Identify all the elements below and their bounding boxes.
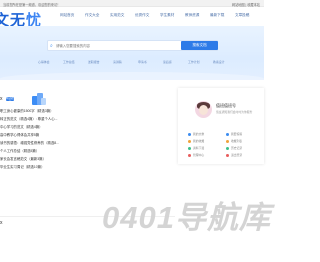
hot-tag[interactable]: 教案设计 [213,60,225,64]
bullet-icon [188,139,191,143]
bullet-icon [226,139,229,143]
bullet-icon [226,132,229,136]
nav-item-submit[interactable]: 文章投稿 [235,13,249,18]
list-item[interactable]: 个人工作总结（精选5篇） [0,148,39,153]
user-action-favorites[interactable]: 我的收藏 [188,139,228,143]
hot-tags: 心得体会 工作总结 述职报告 演讲稿 申请书 读后感 工作计划 教案设计 [38,60,238,66]
section-badge: 精选推荐 [6,97,14,104]
nav-item-essays[interactable]: 作文大全 [85,13,99,18]
nav-item-teachers[interactable]: 教师资源 [185,13,199,18]
user-card: 值班值班号 值班通知我们会时时为你服务 我的文章 我的收藏 资料下载 管理中心 … [178,88,264,164]
banner-wave [0,72,264,80]
user-action-admin[interactable]: 管理中心 [188,153,228,157]
nav-item-home[interactable]: 网站首页 [60,13,74,18]
main-nav: 网站首页 作文大全 实用范文 优秀作文 学生素材 教师资源 最新下载 文章投稿 [60,13,260,21]
user-action-my-articles[interactable]: 我的文章 [188,132,228,136]
action-label: 收藏列表 [231,139,243,143]
list-item[interactable]: 职工身心健康的1500字（精选3篇） [0,108,54,113]
bottom-section-title: x [0,220,3,226]
hot-tag[interactable]: 工作计划 [188,60,200,64]
user-action-logout[interactable]: 退出登录 [226,153,262,157]
search-button[interactable]: 搜索文档 [181,41,218,50]
list-item[interactable]: 转正的范文（精选4篇）: 尊重个人心... [0,116,57,121]
documents-illustration-icon [32,93,46,105]
nav-item-materials[interactable]: 学生素材 [160,13,174,18]
user-action-submit[interactable]: 我要投稿 [226,132,262,136]
action-label: 资料下载 [193,146,205,150]
list-item[interactable]: 中心学习的范文（精选4篇） [0,124,43,129]
hot-tag[interactable]: 演讲稿 [113,60,122,64]
avatar[interactable] [195,101,212,118]
top-notice-bar: 当前您所在是第一频道，欢迎您的来访！ 网站地图 | 收藏本站 [0,0,264,7]
action-label: 我要投稿 [231,132,243,136]
hot-tag[interactable]: 读后感 [163,60,172,64]
site-header: 文无忧 网站首页 作文大全 实用范文 优秀作文 学生素材 教师资源 最新下载 文… [0,7,264,29]
user-action-fav-list[interactable]: 收藏列表 [226,139,262,143]
action-label: 历史记录 [231,146,243,150]
user-subtitle: 值班通知我们会时时为你服务 [216,110,253,114]
welcome-notice: 当前您所在是第一频道，欢迎您的来访！ [3,2,61,7]
action-label: 我的文章 [193,132,205,136]
watermark-logo: 0401导航库 [102,200,271,235]
user-action-downloads[interactable]: 资料下载 [188,146,228,150]
list-item[interactable]: 家长会发言稿范文（最新3篇） [0,156,46,161]
section-title: x [0,96,3,102]
hot-tag[interactable]: 心得体会 [38,60,50,64]
user-name: 值班值班号 [216,103,236,108]
bullet-icon [226,146,229,150]
bullet-icon [188,146,191,150]
list-item[interactable]: 高中教学心得体会共享5篇 [0,132,39,137]
hot-tag[interactable]: 申请书 [138,60,147,64]
search-input[interactable] [56,42,176,50]
hot-tag[interactable]: 述职报告 [88,60,100,64]
nav-item-excellent[interactable]: 优秀作文 [135,13,149,18]
user-action-history[interactable]: 历史记录 [226,146,262,150]
action-label: 管理中心 [193,153,205,157]
list-item[interactable]: 毕业生实习周记（精选10篇） [0,164,44,169]
list-item[interactable]: 读书的感悟：增强党性修养的（精选8... [0,140,59,145]
search-banner [0,26,264,80]
nav-item-samples[interactable]: 实用范文 [110,13,124,18]
action-label: 退出登录 [231,153,243,157]
top-links[interactable]: 网站地图 | 收藏本站 [232,2,260,7]
bullet-icon [226,153,229,157]
nav-item-downloads[interactable]: 最新下载 [210,13,224,18]
main-content: x 精选推荐 职工身心健康的1500字（精选3篇） 转正的范文（精选4篇）: 尊… [0,88,270,262]
hot-tag[interactable]: 工作总结 [63,60,75,64]
action-label: 我的收藏 [193,139,205,143]
bullet-icon [188,132,191,136]
bullet-icon [188,153,191,157]
